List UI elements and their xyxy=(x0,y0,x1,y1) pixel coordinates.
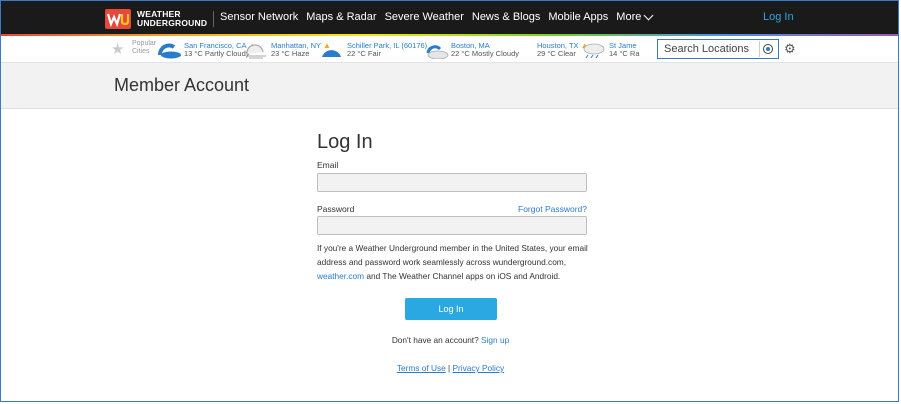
nav-more-label: More xyxy=(616,11,642,23)
login-submit-button[interactable]: Log In xyxy=(405,298,497,320)
page-title: Member Account xyxy=(114,75,250,95)
city-st-james[interactable]: St Jame 14 °C Ra xyxy=(581,39,655,61)
star-icon[interactable]: ★ xyxy=(111,40,124,58)
forgot-password-link[interactable]: Forgot Password? xyxy=(518,204,587,214)
gear-icon[interactable]: ⚙ xyxy=(784,41,796,57)
city-conditions: 22 °C Fair xyxy=(347,49,381,58)
page-header-band: Member Account xyxy=(1,63,898,109)
haze-icon xyxy=(246,44,266,59)
no-account-text: Don't have an account? xyxy=(391,335,479,345)
login-heading: Log In xyxy=(317,131,373,153)
account-info-text: If you're a Weather Underground member i… xyxy=(317,241,597,283)
nav-divider xyxy=(213,11,214,27)
nav-news-blogs[interactable]: News & Blogs xyxy=(472,11,540,23)
city-san-francisco[interactable]: San Francisco, CA ▲ 13 °C Partly Cloudy xyxy=(156,39,256,61)
nav-mobile-apps[interactable]: Mobile Apps xyxy=(548,11,608,23)
city-manhattan[interactable]: Manhattan, NY ▲ 23 °C Haze xyxy=(243,39,331,61)
clear-night-icon xyxy=(514,43,529,58)
password-field[interactable] xyxy=(317,216,587,235)
locate-me-button[interactable] xyxy=(759,41,776,57)
weather-com-link[interactable]: weather.com xyxy=(317,271,364,281)
nav-maps-radar[interactable]: Maps & Radar xyxy=(306,11,376,23)
nav-links: Sensor Network Maps & Radar Severe Weath… xyxy=(220,10,660,23)
email-label: Email xyxy=(317,160,339,170)
brand-wordmark: WEATHER UNDERGROUND xyxy=(137,10,207,28)
rain-icon xyxy=(583,43,605,59)
mostly-cloudy-icon xyxy=(426,45,449,59)
city-schiller-park[interactable]: Schiller Park, IL (60176) 22 °C Fair xyxy=(319,39,427,61)
city-houston[interactable]: Houston, TX ▲ 29 °C Clear xyxy=(509,39,589,61)
header-login-link[interactable]: Log In xyxy=(763,11,794,23)
signup-link[interactable]: Sign up xyxy=(481,335,509,345)
fair-icon xyxy=(322,50,341,57)
target-icon xyxy=(763,44,773,54)
nav-more-menu[interactable]: More xyxy=(616,10,654,23)
footer-links: Terms of Use | Privacy Policy xyxy=(0,363,901,373)
top-nav: WEATHER UNDERGROUND Sensor Network Maps … xyxy=(1,1,898,36)
brand-line2: UNDERGROUND xyxy=(137,18,208,28)
chevron-down-icon xyxy=(643,10,654,20)
signup-prompt: Don't have an account? Sign up xyxy=(0,335,901,345)
info-text: If you're a Weather Underground member i… xyxy=(317,243,588,267)
popular-cities-bar: ★ Popular Cities San Francisco, CA ▲ 13 … xyxy=(1,37,898,63)
nav-sensor-network[interactable]: Sensor Network xyxy=(220,11,298,23)
popular-cities-label: Popular Cities xyxy=(132,40,156,56)
search-locations-box xyxy=(657,39,779,59)
city-boston[interactable]: Boston, MA 22 °C Mostly Cloudy xyxy=(423,39,519,61)
city-conditions: 14 °C Ra xyxy=(609,49,640,58)
info-tail: and The Weather Channel apps on iOS and … xyxy=(364,271,561,281)
footer-separator: | xyxy=(448,363,451,373)
popular-label-line2: Cities xyxy=(132,48,150,55)
nav-severe-weather[interactable]: Severe Weather xyxy=(385,11,464,23)
weather-underground-logo[interactable]: WEATHER UNDERGROUND xyxy=(105,8,215,30)
partly-cloudy-icon xyxy=(158,43,181,59)
login-form: Log In Email Password Forgot Password? I… xyxy=(317,131,588,283)
wu-logo-icon xyxy=(105,9,131,29)
privacy-policy-link[interactable]: Privacy Policy xyxy=(453,363,505,373)
popular-label-line1: Popular xyxy=(132,40,157,47)
terms-of-use-link[interactable]: Terms of Use xyxy=(397,363,446,373)
search-input[interactable] xyxy=(664,41,756,57)
password-label: Password xyxy=(317,204,355,214)
password-label-row: Password Forgot Password? xyxy=(317,204,587,214)
email-field[interactable] xyxy=(317,173,587,192)
